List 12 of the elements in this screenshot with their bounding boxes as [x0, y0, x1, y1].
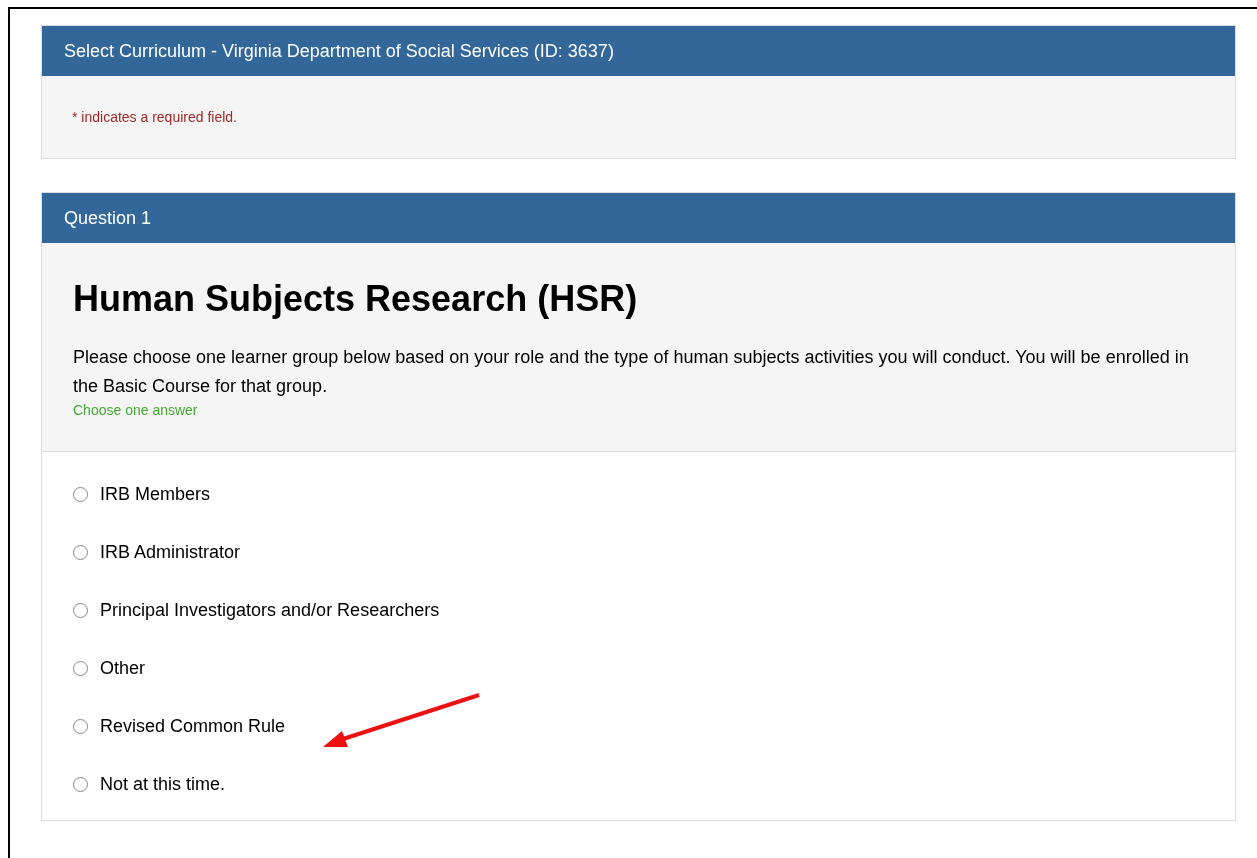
radio-option[interactable]: Other: [73, 656, 1204, 680]
required-note: * indicates a required field.: [72, 107, 237, 127]
radio-option[interactable]: Principal Investigators and/or Researchers: [73, 598, 1204, 622]
radio-option[interactable]: IRB Administrator: [73, 540, 1204, 564]
radio-option[interactable]: IRB Members: [73, 482, 1204, 506]
answer-hint: Choose one answer: [73, 401, 199, 419]
panel-title: Select Curriculum - Virginia Department of Social Services (ID: 3637): [64, 39, 614, 63]
radio-option[interactable]: Not at this time.: [73, 772, 1204, 796]
question-heading: Human Subjects Research (HSR): [73, 277, 639, 321]
panel-title: Question 1: [64, 206, 152, 230]
radio-option[interactable]: Revised Common Rule: [73, 714, 1204, 738]
question-prompt: Please choose one learner group below based on your role and the type of human subjects activities you will conduct. You will be enrolled in the Basic Course for that group.: [73, 346, 1190, 398]
